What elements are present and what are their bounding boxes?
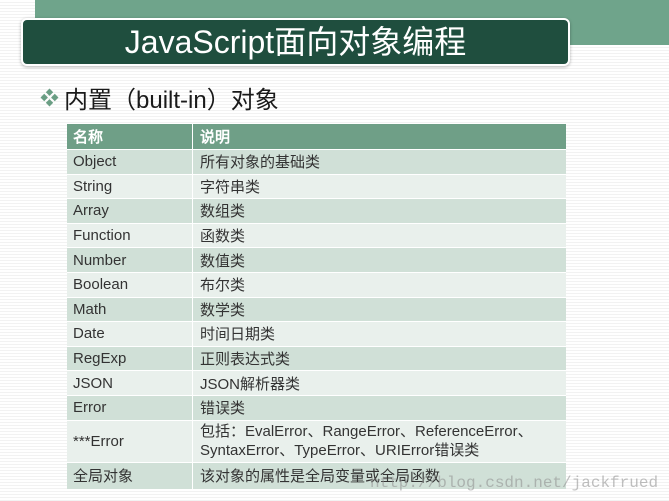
description-cell: 正则表达式类: [193, 347, 566, 371]
header-name-cell: 名称: [67, 124, 193, 149]
description-cell: 数组类: [193, 199, 566, 223]
name-cell: Date: [67, 322, 193, 346]
table-row: Number 数值类: [67, 248, 566, 273]
description-cell: 错误类: [193, 396, 566, 420]
table-row: String 字符串类: [67, 174, 566, 200]
name-cell: 全局对象: [67, 462, 193, 489]
name-cell: Math: [67, 297, 193, 322]
builtin-objects-table: 名称 说明 Object 所有对象的基础类 String 字符串类 Array …: [67, 124, 566, 489]
description-line: 布尔类: [200, 277, 246, 295]
name-cell: JSON: [67, 371, 193, 395]
name-cell: Error: [67, 395, 193, 420]
description-line: 数组类: [200, 203, 246, 221]
description-cell: 布尔类: [193, 273, 566, 297]
name-cell: RegExp: [67, 346, 193, 371]
name-cell: Object: [67, 150, 193, 174]
table-row: Date 时间日期类: [67, 322, 566, 347]
description-cell: 函数类: [193, 224, 566, 248]
table-row: Boolean 布尔类: [67, 272, 566, 298]
slide-title: JavaScript面向对象编程: [124, 24, 467, 60]
title-bar: JavaScript面向对象编程: [21, 18, 570, 66]
description-line: 所有对象的基础类: [200, 154, 321, 172]
subheading: 内置（built-in）对象: [40, 82, 279, 114]
description-line: 正则表达式类: [200, 351, 291, 369]
description-line: JSON解析器类: [200, 375, 301, 393]
table-header-row: 名称 说明: [67, 124, 566, 150]
description-line: 字符串类: [200, 178, 261, 196]
table-row: RegExp 正则表达式类: [67, 346, 566, 372]
description-line: SyntaxError、TypeError、URIError错误类: [200, 442, 480, 460]
name-cell: ***Error: [67, 420, 193, 462]
description-line: 数值类: [200, 252, 246, 270]
description-cell: 所有对象的基础类: [193, 150, 566, 174]
description-cell: 包括：EvalError、RangeError、ReferenceError、 …: [193, 421, 566, 462]
table-row: JSON JSON解析器类: [67, 371, 566, 396]
description-cell: JSON解析器类: [193, 371, 566, 395]
table-row: Object 所有对象的基础类: [67, 150, 566, 175]
description-line: 函数类: [200, 228, 246, 246]
slide: JavaScript面向对象编程 内置（built-in）对象 名称 说明 Ob…: [0, 0, 669, 501]
table-row: Math 数学类: [67, 297, 566, 323]
table-row: ***Error 包括：EvalError、RangeError、Referen…: [67, 420, 566, 463]
description-line: 数学类: [200, 301, 246, 319]
table-row: Error 错误类: [67, 395, 566, 421]
description-cell: 时间日期类: [193, 322, 566, 346]
description-cell: 字符串类: [193, 175, 566, 199]
description-cell: 数学类: [193, 298, 566, 322]
table-row: Function 函数类: [67, 223, 566, 249]
diamond-bullet-icon: [40, 88, 59, 107]
description-line: 错误类: [200, 400, 246, 418]
description-line: 时间日期类: [200, 326, 276, 344]
name-cell: String: [67, 174, 193, 199]
name-cell: Boolean: [67, 272, 193, 297]
table-row: Array 数组类: [67, 199, 566, 224]
description-cell: 数值类: [193, 248, 566, 272]
watermark: http://blog.csdn.net/jackfrued: [370, 474, 659, 492]
subheading-text: 内置（built-in）对象: [64, 86, 279, 114]
name-cell: Function: [67, 223, 193, 248]
header-description-cell: 说明: [200, 129, 231, 146]
name-cell: Array: [67, 199, 193, 223]
description-line: 包括：EvalError、RangeError、ReferenceError、: [200, 423, 533, 441]
name-cell: Number: [67, 248, 193, 272]
